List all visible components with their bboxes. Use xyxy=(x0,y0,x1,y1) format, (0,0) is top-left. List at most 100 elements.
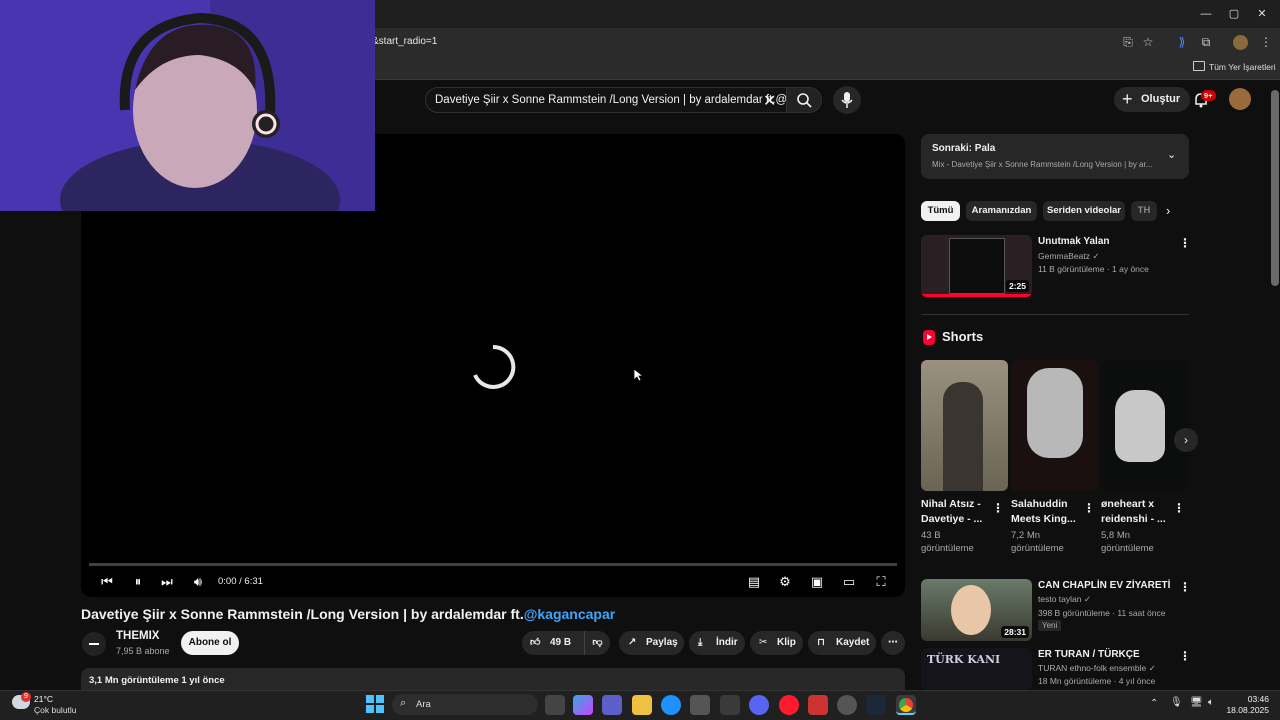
video-thumbnail[interactable]: TÜRK KANI xyxy=(921,648,1032,690)
extensions-puzzle-icon[interactable]: ⧉ xyxy=(1198,34,1214,50)
video-thumbnail[interactable]: 2:25 xyxy=(921,235,1032,297)
subscribe-button[interactable]: Abone ol xyxy=(181,631,239,655)
more-options-icon[interactable]: ⋮ xyxy=(1179,236,1191,250)
edge-icon[interactable] xyxy=(661,695,681,715)
channel-avatar[interactable] xyxy=(82,632,106,656)
channel-name[interactable]: TURAN ethno-folk ensemble ✓ xyxy=(1038,663,1156,674)
restore-button[interactable]: ▢ xyxy=(1224,5,1244,23)
more-options-icon[interactable]: ⋮ xyxy=(1173,501,1185,515)
discord-icon[interactable] xyxy=(749,695,769,715)
clock-time[interactable]: 03:46 xyxy=(1235,694,1269,704)
short-thumbnail[interactable] xyxy=(1011,360,1098,491)
speaker-icon[interactable]: 🔈︎ xyxy=(1208,697,1214,708)
chip-all[interactable]: Tümü xyxy=(921,201,960,221)
short-thumbnail[interactable] xyxy=(1101,360,1189,491)
settings-button[interactable]: ⚙ xyxy=(775,573,795,591)
video-title[interactable]: CAN CHAPLİN EV ZİYARETİ xyxy=(1038,580,1170,591)
channel-logo-mark xyxy=(89,643,99,645)
app-icon[interactable] xyxy=(837,695,857,715)
search-button[interactable] xyxy=(786,87,822,113)
store-icon[interactable] xyxy=(690,695,710,715)
shorts-next-button[interactable]: › xyxy=(1174,428,1198,452)
search-input[interactable]: Davetiye Şiir x Sonne Rammstein /Long Ve… xyxy=(425,87,787,113)
microphone-tray-icon[interactable]: 🎙︎ xyxy=(1170,697,1183,708)
more-options-icon[interactable]: ⋮ xyxy=(1179,649,1191,663)
short-title[interactable]: Nihal Atsız - xyxy=(921,498,981,510)
steam-icon[interactable] xyxy=(866,695,886,715)
account-avatar[interactable] xyxy=(1229,88,1251,110)
channel-name[interactable]: THEMIX xyxy=(116,630,159,642)
address-bar[interactable]: &start_radio=1 xyxy=(372,36,437,47)
browser-menu-icon[interactable]: ⋮ xyxy=(1258,34,1274,50)
chevron-down-icon[interactable]: ⌄ xyxy=(1167,148,1176,161)
task-view-icon[interactable] xyxy=(545,695,565,715)
scrollbar-thumb[interactable] xyxy=(1271,90,1279,286)
pause-button[interactable]: ⏸ xyxy=(128,573,148,591)
short-title-line2[interactable]: Davetiye - ... xyxy=(921,513,982,525)
share-button[interactable]: ↗ Paylaş xyxy=(619,631,684,655)
file-explorer-icon[interactable] xyxy=(632,695,652,715)
video-thumbnail[interactable]: 28:31 xyxy=(921,579,1032,641)
volume-button[interactable]: 🔊︎ xyxy=(188,573,208,591)
miniplayer-button[interactable]: ▣ xyxy=(807,573,827,591)
download-button[interactable]: ⤓ İndir xyxy=(689,631,745,655)
chip-series[interactable]: Seriden videolar xyxy=(1043,201,1125,221)
channel-name[interactable]: GemmaBeatz ✓ xyxy=(1038,251,1099,262)
short-title[interactable]: øneheart x xyxy=(1101,498,1154,510)
up-next-card[interactable]: Sonraki: Pala Mix - Davetiye Şiir x Sonn… xyxy=(921,134,1189,179)
voice-search-button[interactable] xyxy=(833,86,861,114)
network-icon[interactable]: 🖥︎ xyxy=(1190,697,1203,708)
channel-name[interactable]: testo taylan ✓ xyxy=(1038,594,1091,605)
progress-bar[interactable] xyxy=(89,563,897,566)
chip-th[interactable]: TH xyxy=(1131,201,1157,221)
clock-date[interactable]: 18.08.2025 xyxy=(1222,705,1269,715)
bookmark-star-icon[interactable]: ☆ xyxy=(1140,34,1156,50)
chip-from-search[interactable]: Aramanızdan xyxy=(966,201,1037,221)
notification-count-badge: 9+ xyxy=(1201,90,1216,101)
microphone-icon xyxy=(841,92,853,108)
fullscreen-button[interactable]: ⛶ xyxy=(871,573,891,591)
profile-avatar[interactable] xyxy=(1233,35,1248,50)
save-button[interactable]: ⊓ Kaydet xyxy=(808,631,876,655)
create-button[interactable]: + Oluştur xyxy=(1114,87,1190,112)
mention-link[interactable]: @kagancapar xyxy=(524,606,615,622)
like-button[interactable]: 👍︎ 49 B xyxy=(522,631,584,655)
video-meta: 11 B görüntüleme · 1 ay önce xyxy=(1038,264,1149,274)
clip-button[interactable]: ✂ Klip xyxy=(750,631,803,655)
app-icon[interactable] xyxy=(808,695,828,715)
opera-icon[interactable] xyxy=(779,695,799,715)
share-icon: ↗ xyxy=(628,637,637,648)
close-window-button[interactable]: ✕ xyxy=(1252,5,1272,23)
chrome-icon[interactable] xyxy=(896,695,916,715)
app-icon[interactable] xyxy=(720,695,740,715)
more-options-icon[interactable]: ⋮ xyxy=(1179,580,1191,594)
short-title-line2[interactable]: Meets King... xyxy=(1011,513,1076,525)
weather-temp[interactable]: 21°C xyxy=(34,694,53,704)
more-actions-button[interactable]: ⋯ xyxy=(881,631,905,655)
teams-icon[interactable] xyxy=(602,695,622,715)
channel-name-text: GemmaBeatz xyxy=(1038,251,1090,261)
theater-mode-button[interactable]: ▭ xyxy=(839,573,859,591)
minimize-button[interactable]: — xyxy=(1196,5,1216,23)
taskbar-search[interactable]: ⌕ Ara xyxy=(392,694,538,715)
more-options-icon[interactable]: ⋮ xyxy=(992,501,1004,515)
copilot-icon[interactable] xyxy=(573,695,593,715)
video-title[interactable]: ER TURAN / TÜRKÇE xyxy=(1038,649,1140,660)
weather-desc[interactable]: Çok bulutlu xyxy=(34,705,77,715)
short-title-line2[interactable]: reidenshi - ... xyxy=(1101,513,1166,525)
clear-search-icon[interactable]: ✕ xyxy=(763,91,776,111)
short-title[interactable]: Salahuddin xyxy=(1011,498,1068,510)
extension-icon[interactable]: ⟫ xyxy=(1174,34,1190,50)
install-app-icon[interactable]: ⎘ xyxy=(1120,34,1136,50)
short-thumbnail[interactable] xyxy=(921,360,1008,491)
chips-next-icon[interactable]: › xyxy=(1166,203,1170,218)
start-button[interactable] xyxy=(366,695,384,713)
previous-button[interactable]: ⏮ xyxy=(97,573,117,591)
video-title[interactable]: Unutmak Yalan xyxy=(1038,236,1110,247)
dislike-button[interactable]: 👎︎ xyxy=(584,631,610,655)
all-bookmarks-link[interactable]: Tüm Yer İşaretleri xyxy=(1209,62,1276,72)
subtitles-button[interactable]: ▤ xyxy=(744,573,764,591)
chevron-up-icon[interactable]: ⌃ xyxy=(1150,698,1158,709)
more-options-icon[interactable]: ⋮ xyxy=(1083,501,1095,515)
next-button[interactable]: ⏭ xyxy=(157,573,177,591)
